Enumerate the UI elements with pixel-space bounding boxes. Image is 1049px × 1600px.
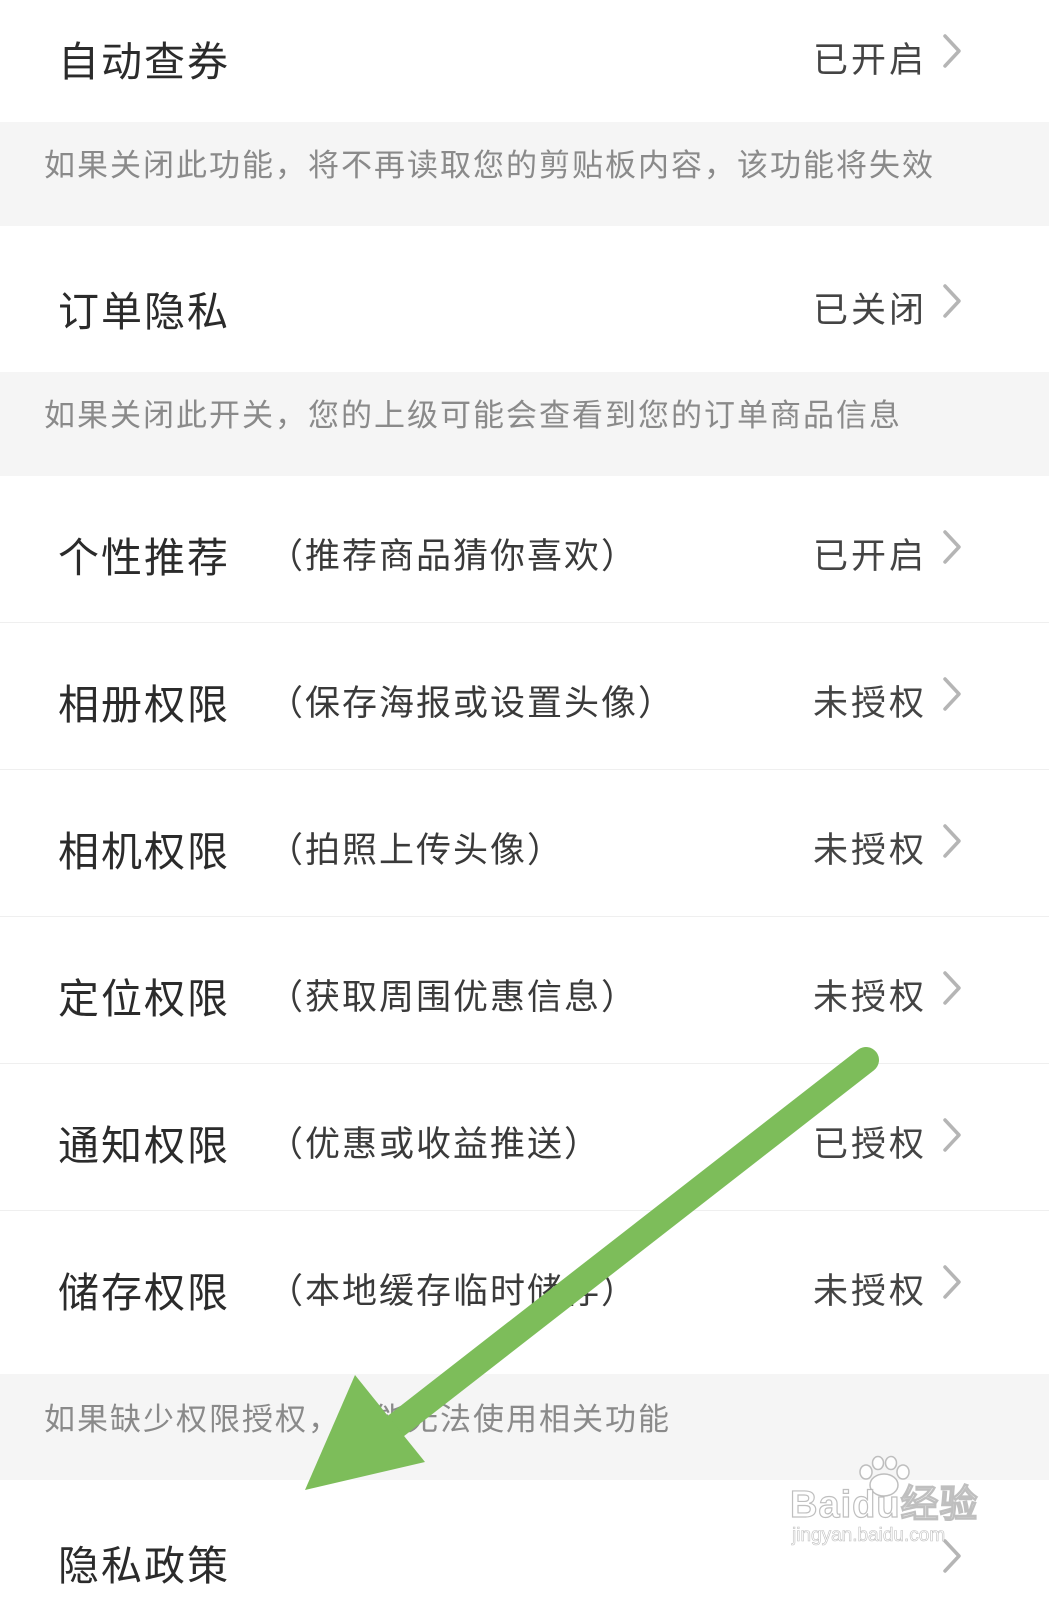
chevron-right-icon [943, 824, 961, 858]
setting-hint: （保存海报或设置头像） [268, 684, 676, 724]
setting-title: 定位权限 [58, 975, 230, 1023]
setting-title: 订单隐私 [58, 288, 230, 336]
chevron-right-icon [943, 1539, 961, 1573]
note-permissions: 如果缺少权限授权，可能无法使用相关功能 [0, 1374, 1049, 1480]
note-text: 如果关闭此开关，您的上级可能会查看到您的订单商品信息 [44, 398, 902, 434]
setting-hint: （获取周围优惠信息） [268, 978, 639, 1018]
setting-hint: （优惠或收益推送） [268, 1125, 602, 1165]
setting-status: 未授权 [812, 1272, 927, 1312]
setting-hint: （本地缓存临时储存） [268, 1272, 639, 1312]
setting-status: 已授权 [812, 1125, 927, 1165]
setting-title: 个性推荐 [58, 534, 230, 582]
chevron-right-icon [943, 677, 961, 711]
setting-status: 已关闭 [812, 291, 927, 331]
setting-title: 相册权限 [58, 681, 230, 729]
note-text: 如果关闭此功能，将不再读取您的剪贴板内容，该功能将失效 [44, 148, 935, 184]
setting-row-storage-permission[interactable]: 储存权限 （本地缓存临时储存） 未授权 [0, 1211, 1049, 1374]
setting-row-auto-coupon[interactable]: 自动查券 已开启 [0, 0, 1049, 122]
setting-title: 隐私政策 [58, 1542, 230, 1590]
setting-row-location-permission[interactable]: 定位权限 （获取周围优惠信息） 未授权 [0, 917, 1049, 1063]
setting-hint: （拍照上传头像） [268, 831, 565, 871]
chevron-right-icon [943, 530, 961, 564]
chevron-right-icon [943, 1118, 961, 1152]
setting-status: 未授权 [812, 684, 927, 724]
privacy-settings-page: 自动查券 已开启 如果关闭此功能，将不再读取您的剪贴板内容，该功能将失效 订单隐… [0, 0, 1049, 1600]
chevron-right-icon [943, 971, 961, 1005]
setting-title: 储存权限 [58, 1269, 230, 1317]
setting-status: 已开启 [812, 537, 927, 577]
setting-title: 自动查券 [58, 38, 230, 86]
chevron-right-icon [943, 34, 961, 68]
setting-row-order-privacy[interactable]: 订单隐私 已关闭 [0, 226, 1049, 372]
chevron-right-icon [943, 284, 961, 318]
setting-status: 未授权 [812, 831, 927, 871]
setting-row-notification-permission[interactable]: 通知权限 （优惠或收益推送） 已授权 [0, 1064, 1049, 1210]
setting-row-privacy-policy[interactable]: 隐私政策 [0, 1480, 1049, 1600]
setting-status: 已开启 [812, 41, 927, 81]
setting-row-personalized-recommendation[interactable]: 个性推荐 （推荐商品猜你喜欢） 已开启 [0, 476, 1049, 622]
setting-status: 未授权 [812, 978, 927, 1018]
setting-title: 相机权限 [58, 828, 230, 876]
setting-row-camera-permission[interactable]: 相机权限 （拍照上传头像） 未授权 [0, 770, 1049, 916]
chevron-right-icon [943, 1265, 961, 1299]
setting-row-album-permission[interactable]: 相册权限 （保存海报或设置头像） 未授权 [0, 623, 1049, 769]
note-text: 如果缺少权限授权，可能无法使用相关功能 [44, 1402, 671, 1438]
setting-title: 通知权限 [58, 1122, 230, 1170]
setting-hint: （推荐商品猜你喜欢） [268, 537, 639, 577]
note-auto-coupon: 如果关闭此功能，将不再读取您的剪贴板内容，该功能将失效 [0, 122, 1049, 226]
note-order-privacy: 如果关闭此开关，您的上级可能会查看到您的订单商品信息 [0, 372, 1049, 476]
